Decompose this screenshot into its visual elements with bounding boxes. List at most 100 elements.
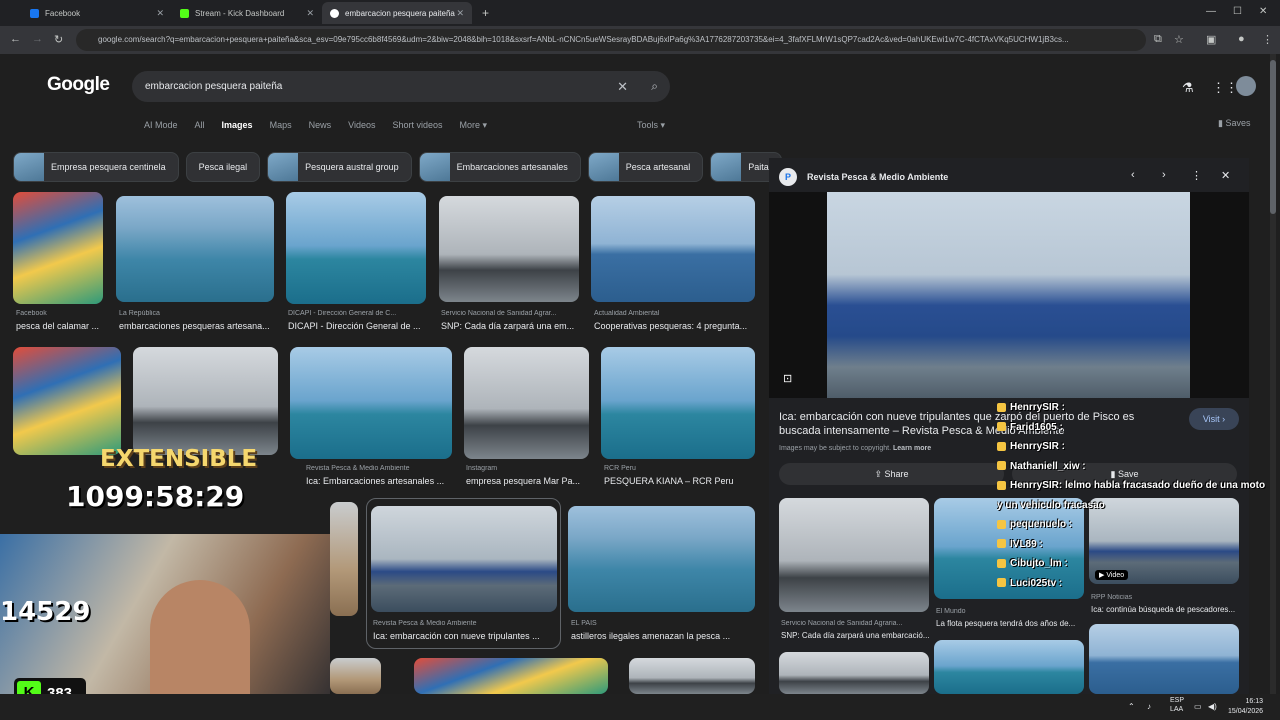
filter-ai-mode[interactable]: AI Mode <box>144 120 178 134</box>
saves-button[interactable]: ▮ Saves <box>1218 118 1250 129</box>
related-image[interactable] <box>779 652 929 694</box>
chip-embarcaciones-artesanales[interactable]: Embarcaciones artesanales <box>418 152 581 182</box>
result-title[interactable]: Ica: embarcación con nueve tripulantes .… <box>373 631 553 641</box>
chat-user: Farid1605 <box>1010 421 1057 433</box>
labs-flask-icon[interactable]: ⚗ <box>1182 80 1194 96</box>
chat-badge-icon <box>997 558 1006 568</box>
lang-code: ESP <box>1170 697 1185 704</box>
language-indicator[interactable]: ESP LAA <box>1170 696 1184 714</box>
lens-icon[interactable]: ⊡ <box>783 372 792 385</box>
next-icon[interactable]: › <box>1162 169 1166 181</box>
search-input[interactable]: embarcacion pesquera paiteña <box>145 81 282 92</box>
result-image[interactable] <box>591 196 755 302</box>
preview-image[interactable] <box>827 192 1190 398</box>
maximize-button[interactable]: ☐ <box>1233 6 1242 17</box>
result-image[interactable] <box>13 192 103 304</box>
close-panel-icon[interactable]: ✕ <box>1221 169 1230 182</box>
new-tab-button[interactable]: + <box>474 2 497 24</box>
result-image[interactable] <box>133 347 278 455</box>
chip-empresa-pesquera-centinela[interactable]: Empresa pesquera centinela <box>13 152 179 182</box>
forward-icon[interactable]: → <box>32 33 43 45</box>
scrollbar-thumb[interactable] <box>1270 60 1276 214</box>
tab-facebook[interactable]: Facebook ✕ <box>22 2 172 24</box>
filter-short-videos[interactable]: Short videos <box>392 120 442 134</box>
result-image[interactable] <box>568 506 755 612</box>
related-image[interactable] <box>934 640 1084 694</box>
related-title[interactable]: SNP: Cada día zarpará una embarcació... <box>781 631 933 640</box>
chip-pesquera-austral-group[interactable]: Pesquera austral group <box>267 152 412 182</box>
profile-icon[interactable]: ● <box>1238 33 1245 45</box>
filter-images[interactable]: Images <box>222 120 253 134</box>
filter-videos[interactable]: Videos <box>348 120 375 134</box>
result-title[interactable]: SNP: Cada día zarpará una em... <box>441 321 579 331</box>
tab-google-search[interactable]: embarcacion pesquera paiteña ✕ <box>322 2 472 24</box>
result-image[interactable] <box>286 192 426 304</box>
preview-image-area: ⊡ <box>769 192 1249 398</box>
related-title[interactable]: La flota pesquera tendrá dos años de... <box>936 619 1086 628</box>
system-clock[interactable]: 16:13 15/04/2026 <box>1228 697 1263 717</box>
result-image[interactable] <box>330 658 381 694</box>
filter-maps[interactable]: Maps <box>270 120 292 134</box>
share-button[interactable]: ⇪ Share <box>779 463 1004 485</box>
minimize-button[interactable]: — <box>1206 6 1216 17</box>
google-logo[interactable]: Google <box>47 74 110 96</box>
bookmark-star-icon[interactable]: ☆ <box>1174 33 1184 46</box>
learn-more-link[interactable]: Learn more <box>893 445 931 452</box>
reload-icon[interactable]: ↻ <box>54 33 63 46</box>
related-image[interactable] <box>779 498 929 612</box>
chat-badge-icon <box>997 441 1006 451</box>
result-image[interactable] <box>629 658 755 694</box>
result-source: EL PAÍS <box>571 620 597 627</box>
translate-icon[interactable]: ⧉ <box>1154 33 1162 46</box>
result-title[interactable]: astilleros ilegales amenazan la pesca ..… <box>571 631 755 641</box>
close-tab-icon[interactable]: ✕ <box>456 8 464 19</box>
result-image[interactable] <box>414 658 608 694</box>
result-image[interactable] <box>439 196 579 302</box>
back-icon[interactable]: ← <box>10 33 21 45</box>
result-title[interactable]: empresa pesquera Mar Pa... <box>466 476 589 486</box>
result-title[interactable]: Cooperativas pesqueras: 4 pregunta... <box>594 321 754 331</box>
saves-label: Saves <box>1225 118 1251 128</box>
network-icon[interactable]: ▭ <box>1194 702 1202 711</box>
extensions-icon[interactable]: ▣ <box>1206 33 1216 46</box>
close-tab-icon[interactable]: ✕ <box>156 8 164 19</box>
related-title[interactable]: Ica: continúa búsqueda de pescadores... <box>1091 605 1241 614</box>
close-window-button[interactable]: ✕ <box>1259 6 1267 17</box>
related-image[interactable] <box>1089 624 1239 694</box>
close-tab-icon[interactable]: ✕ <box>306 8 314 19</box>
result-image[interactable] <box>601 347 755 459</box>
result-image-selected[interactable] <box>371 506 557 612</box>
tools-button[interactable]: Tools ▾ <box>637 120 665 131</box>
result-title[interactable]: PESQUERA KIANA – RCR Peru <box>604 476 754 486</box>
panel-site-name[interactable]: Revista Pesca & Medio Ambiente <box>807 172 948 182</box>
filter-all[interactable]: All <box>195 120 205 134</box>
more-options-icon[interactable]: ⋮ <box>1191 169 1202 182</box>
result-title[interactable]: DICAPI - Dirección General de ... <box>288 321 428 331</box>
volume-icon[interactable]: ◀) <box>1208 702 1217 711</box>
account-avatar[interactable] <box>1236 76 1256 96</box>
url-field[interactable]: google.com/search?q=embarcacion+pesquera… <box>76 29 1146 51</box>
search-box[interactable]: embarcacion pesquera paiteña ✕ ⌕ <box>132 71 670 102</box>
page-scrollbar[interactable] <box>1270 54 1276 694</box>
result-image[interactable] <box>464 347 589 459</box>
result-image[interactable] <box>13 347 121 455</box>
filter-news[interactable]: News <box>309 120 332 134</box>
chip-pesca-artesanal[interactable]: Pesca artesanal <box>587 152 704 182</box>
tray-chevron-icon[interactable]: ⌃ <box>1128 702 1135 711</box>
tab-kick-dashboard[interactable]: Stream - Kick Dashboard ✕ <box>172 2 322 24</box>
microphone-icon[interactable]: ♪ <box>1147 702 1151 711</box>
apps-grid-icon[interactable]: ⋮⋮ <box>1212 80 1238 96</box>
previous-icon[interactable]: ‹ <box>1131 169 1135 181</box>
related-source: RPP Noticias <box>1091 594 1133 601</box>
result-image[interactable] <box>330 502 358 616</box>
result-source: DICAPI - Dirección General de C... <box>288 310 397 317</box>
result-title[interactable]: embarcaciones pesqueras artesana... <box>119 321 274 331</box>
panel-header: P Revista Pesca & Medio Ambiente <box>779 168 948 186</box>
search-icon[interactable]: ⌕ <box>651 71 658 102</box>
menu-icon[interactable]: ⋮ <box>1262 33 1273 46</box>
filter-more[interactable]: More ▾ <box>460 120 488 134</box>
clear-search-icon[interactable]: ✕ <box>617 71 628 102</box>
result-title[interactable]: pesca del calamar ... <box>16 321 106 331</box>
result-image[interactable] <box>116 196 274 302</box>
chip-pesca-ilegal[interactable]: Pesca ilegal <box>185 152 261 182</box>
